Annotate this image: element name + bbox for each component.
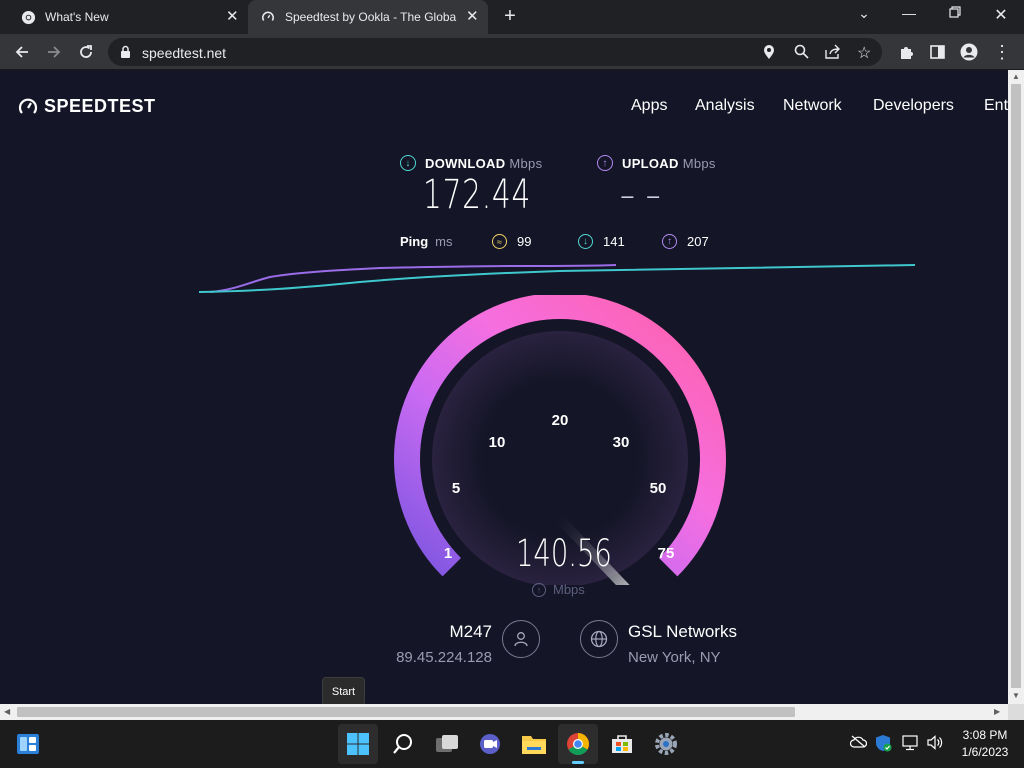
gauge-tick: 20 <box>552 412 569 429</box>
tab-title: What's New <box>45 10 109 24</box>
gauge-tick: 10 <box>489 434 506 451</box>
vertical-scroll-thumb[interactable] <box>1011 84 1021 688</box>
gauge-unit: Mbps <box>553 582 585 597</box>
browser-menu-icon[interactable]: ⋮ <box>991 41 1013 63</box>
scroll-right-arrow-icon[interactable]: ▶ <box>994 707 1000 716</box>
browser-toolbar: speedtest.net ☆ ⋮ <box>0 34 1024 70</box>
clock-date[interactable]: 1/6/2023 <box>956 745 1014 759</box>
speedtest-favicon-icon <box>260 9 276 25</box>
restore-button[interactable] <box>945 5 965 21</box>
download-speed-line <box>198 264 916 293</box>
speed-history-graph <box>198 264 916 293</box>
server-host: M247 <box>449 622 492 641</box>
extensions-icon[interactable] <box>895 41 917 63</box>
lock-icon[interactable] <box>120 45 131 64</box>
scroll-up-arrow-icon[interactable]: ▲ <box>1012 72 1020 81</box>
back-button[interactable] <box>11 41 33 63</box>
close-tab-icon[interactable]: ✕ <box>226 7 239 25</box>
gauge-tick: 1 <box>444 545 452 562</box>
settings-gear-icon[interactable] <box>646 724 686 764</box>
address-bar[interactable]: speedtest.net ☆ <box>108 38 882 66</box>
forward-button[interactable] <box>43 41 65 63</box>
clock-time[interactable]: 3:08 PM <box>956 728 1014 742</box>
tab-whats-new[interactable]: What's New ✕ <box>0 0 247 34</box>
tab-search-icon[interactable]: ⌄ <box>854 5 874 22</box>
gauge-tick: 30 <box>613 434 630 451</box>
vertical-scrollbar[interactable]: ▲ ▼ <box>1008 70 1024 704</box>
search-icon[interactable] <box>383 724 423 764</box>
gauge-tick: 50 <box>650 480 667 497</box>
new-tab-button[interactable]: + <box>500 5 520 28</box>
scroll-down-arrow-icon[interactable]: ▼ <box>1012 691 1020 700</box>
scrollbar-corner <box>1008 704 1024 720</box>
microsoft-store-icon[interactable] <box>602 724 642 764</box>
close-window-button[interactable]: ✕ <box>991 5 1011 25</box>
windows-taskbar: 3:08 PM 1/6/2023 <box>0 720 1024 768</box>
start-button[interactable] <box>338 724 378 764</box>
start-tooltip: Start <box>322 677 365 706</box>
globe-icon[interactable] <box>580 620 618 658</box>
network-icon[interactable] <box>901 735 919 754</box>
tab-title: Speedtest by Ookla - The Global Broadban… <box>285 10 457 24</box>
provider-location: New York, NY <box>628 649 721 666</box>
close-tab-icon[interactable]: ✕ <box>466 7 479 25</box>
widgets-icon[interactable] <box>8 724 48 764</box>
tab-speedtest[interactable]: Speedtest by Ookla - The Global Broadban… <box>248 0 488 34</box>
file-explorer-icon[interactable] <box>514 724 554 764</box>
task-view-icon[interactable] <box>427 724 467 764</box>
cloud-offline-icon[interactable] <box>849 735 868 751</box>
horizontal-scrollbar[interactable]: ◀ ▶ <box>0 704 1008 720</box>
chrome-taskbar-icon[interactable] <box>558 724 598 764</box>
gauge-unit-group: ↑ Mbps <box>532 582 585 597</box>
teams-chat-icon[interactable] <box>470 724 510 764</box>
speedtest-page: SPEEDTEST Apps Analysis Network Develope… <box>0 70 1008 704</box>
zoom-search-icon[interactable] <box>794 44 809 64</box>
location-icon[interactable] <box>763 44 775 65</box>
tab-strip: What's New ✕ Speedtest by Ookla - The Gl… <box>0 0 1024 34</box>
upload-arrow-icon: ↑ <box>532 582 546 597</box>
url-text[interactable]: speedtest.net <box>142 45 226 61</box>
horizontal-scroll-thumb[interactable] <box>17 707 795 717</box>
gauge-value: 140.56 <box>516 532 612 575</box>
provider-name[interactable]: GSL Networks <box>628 622 737 642</box>
profile-avatar-icon[interactable] <box>958 41 980 63</box>
running-indicator <box>572 761 584 764</box>
side-panel-icon[interactable] <box>926 41 948 63</box>
server-ip: 89.45.224.128 <box>396 649 492 666</box>
volume-icon[interactable] <box>927 735 944 753</box>
gauge-tick: 5 <box>452 480 460 497</box>
security-shield-icon[interactable] <box>875 734 892 755</box>
scroll-left-arrow-icon[interactable]: ◀ <box>4 707 10 716</box>
chrome-icon <box>20 9 36 25</box>
reload-button[interactable] <box>75 41 97 63</box>
share-icon[interactable] <box>825 44 841 64</box>
minimize-button[interactable]: — <box>899 5 919 21</box>
bookmark-star-icon[interactable]: ☆ <box>857 43 871 63</box>
user-icon[interactable] <box>502 620 540 658</box>
gauge-tick: 75 <box>658 545 675 562</box>
